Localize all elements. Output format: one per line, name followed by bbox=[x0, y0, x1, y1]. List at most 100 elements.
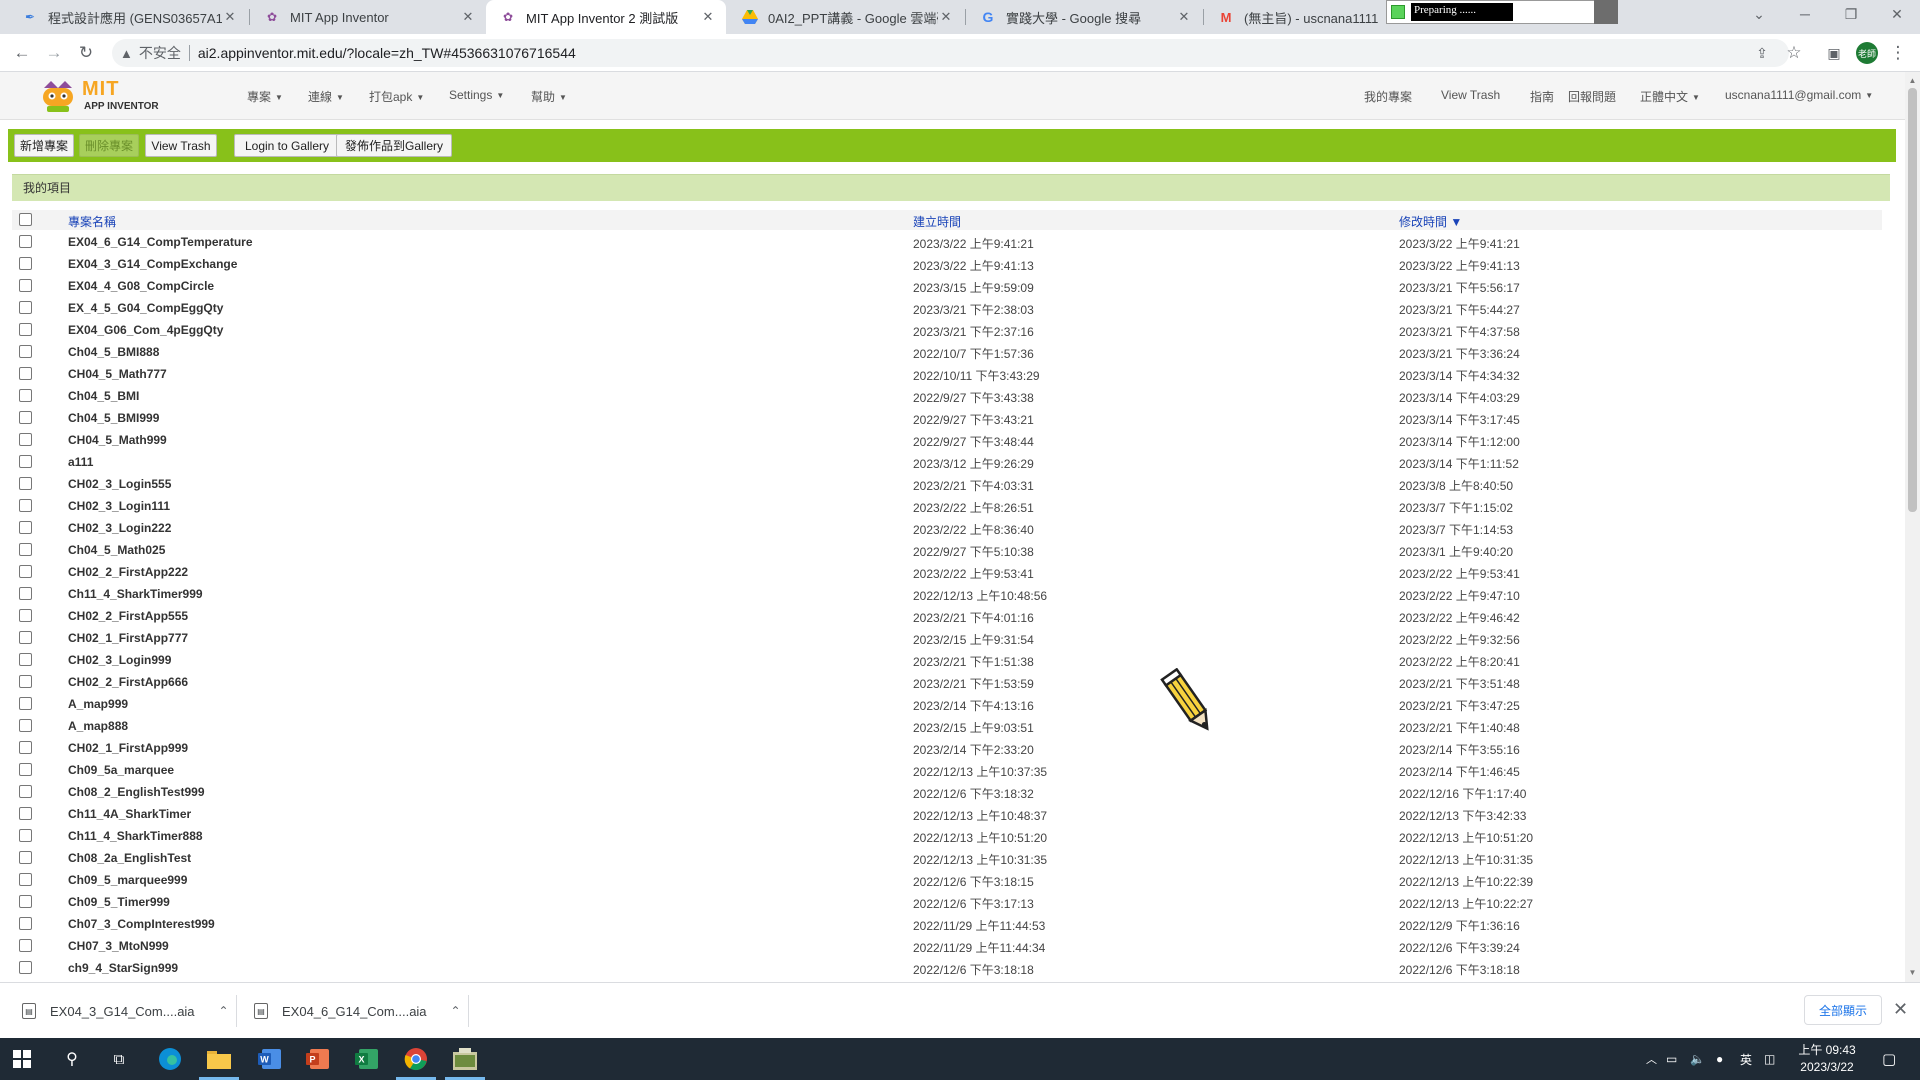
reload-icon[interactable]: ↻ bbox=[74, 41, 98, 65]
row-checkbox[interactable] bbox=[19, 719, 32, 732]
row-checkbox[interactable] bbox=[19, 565, 32, 578]
select-all-checkbox[interactable] bbox=[19, 213, 32, 226]
close-icon[interactable]: ✕ bbox=[222, 9, 238, 25]
publish-gallery-button[interactable]: 發佈作品到Gallery bbox=[336, 134, 452, 157]
table-row[interactable]: Ch09_5a_marquee 2022/12/13 上午10:37:35 2023… bbox=[12, 759, 1882, 781]
window-close-icon[interactable]: ✕ bbox=[1874, 0, 1920, 28]
powerpoint-icon[interactable]: P bbox=[304, 1045, 332, 1073]
project-name[interactable]: Ch04_5_BMI bbox=[68, 389, 139, 403]
tab-app-inventor[interactable]: ✿ MIT App Inventor ✕ bbox=[250, 0, 486, 34]
table-row[interactable]: EX04_G06_Com_4pEggQty 2023/3/21 下午2:37:16… bbox=[12, 319, 1882, 341]
restore-icon[interactable]: ❐ bbox=[1828, 0, 1874, 28]
microphone-icon[interactable]: ● bbox=[1716, 1038, 1723, 1080]
row-checkbox[interactable] bbox=[19, 697, 32, 710]
view-trash-button[interactable]: View Trash bbox=[145, 134, 217, 157]
row-checkbox[interactable] bbox=[19, 411, 32, 424]
menu-settings[interactable]: Settings ▼ bbox=[449, 88, 504, 102]
project-name[interactable]: Ch11_4_SharkTimer888 bbox=[68, 829, 203, 843]
download-item-2[interactable]: ▤ EX04_6_G14_Com....aia ⌃ bbox=[254, 994, 461, 1028]
nav-report-issue[interactable]: 回報問題 bbox=[1568, 88, 1616, 105]
tab-course[interactable]: ✒ 程式設計應用 (GENS03657A1) ✕ bbox=[8, 0, 248, 34]
tab-gmail[interactable]: M (無主旨) - uscnana1111@g bbox=[1204, 0, 1388, 34]
scroll-up-icon[interactable]: ▲ bbox=[1905, 74, 1920, 88]
menu-build[interactable]: 打包apk ▼ bbox=[369, 88, 424, 105]
back-icon[interactable]: ← bbox=[10, 41, 34, 65]
row-checkbox[interactable] bbox=[19, 301, 32, 314]
project-name[interactable]: EX04_3_G14_CompExchange bbox=[68, 257, 237, 271]
row-checkbox[interactable] bbox=[19, 279, 32, 292]
row-checkbox[interactable] bbox=[19, 587, 32, 600]
close-icon[interactable]: ✕ bbox=[938, 9, 954, 25]
scroll-down-icon[interactable]: ▼ bbox=[1905, 966, 1920, 980]
table-row[interactable]: CH02_1_FirstApp777 2023/2/15 上午9:31:54 202… bbox=[12, 627, 1882, 649]
project-name[interactable]: Ch04_5_BMI888 bbox=[68, 345, 159, 359]
project-name[interactable]: CH04_5_Math999 bbox=[68, 433, 167, 447]
table-row[interactable]: Ch07_3_CompInterest999 2022/11/29 上午11:44… bbox=[12, 913, 1882, 935]
row-checkbox[interactable] bbox=[19, 895, 32, 908]
chrome-icon[interactable] bbox=[396, 1045, 436, 1080]
row-checkbox[interactable] bbox=[19, 939, 32, 952]
row-checkbox[interactable] bbox=[19, 675, 32, 688]
project-name[interactable]: CH07_3_MtoN999 bbox=[68, 939, 169, 953]
input-method-icon[interactable]: ◫ bbox=[1764, 1038, 1775, 1080]
nav-language[interactable]: 正體中文 ▼ bbox=[1640, 88, 1700, 105]
new-project-button[interactable]: 新增專案 bbox=[14, 134, 74, 157]
project-name[interactable]: Ch11_4_SharkTimer999 bbox=[68, 587, 203, 601]
row-checkbox[interactable] bbox=[19, 829, 32, 842]
project-name[interactable]: CH02_1_FirstApp999 bbox=[68, 741, 188, 755]
login-gallery-button[interactable]: Login to Gallery bbox=[234, 134, 340, 157]
table-row[interactable]: Ch11_4A_SharkTimer 2022/12/13 上午10:48:37 2… bbox=[12, 803, 1882, 825]
app-inventor-logo[interactable]: MIT APP INVENTOR bbox=[38, 76, 168, 116]
project-name[interactable]: CH02_3_Login555 bbox=[68, 477, 171, 491]
column-header-created[interactable]: 建立時間 bbox=[913, 213, 961, 230]
close-icon[interactable]: ✕ bbox=[700, 9, 716, 25]
table-row[interactable]: Ch04_5_BMI888 2022/10/7 下午1:57:36 2023/3/2… bbox=[12, 341, 1882, 363]
table-row[interactable]: CH07_3_MtoN999 2022/11/29 上午11:44:34 2022/… bbox=[12, 935, 1882, 957]
minimize-icon[interactable]: ─ bbox=[1782, 0, 1828, 28]
share-icon[interactable]: ⇪ bbox=[1750, 41, 1774, 65]
project-name[interactable]: EX04_4_G08_CompCircle bbox=[68, 279, 214, 293]
row-checkbox[interactable] bbox=[19, 873, 32, 886]
ime-indicator[interactable]: 英 bbox=[1740, 1038, 1752, 1080]
table-row[interactable]: a111 2023/3/12 上午9:26:29 2023/3/14 下午1:11:… bbox=[12, 451, 1882, 473]
chevron-up-icon[interactable]: ⌃ bbox=[451, 1004, 461, 1018]
table-row[interactable]: Ch11_4_SharkTimer888 2022/12/13 上午10:51:2… bbox=[12, 825, 1882, 847]
word-icon[interactable]: W bbox=[256, 1045, 284, 1073]
table-row[interactable]: CH02_1_FirstApp999 2023/2/14 下午2:33:20 202… bbox=[12, 737, 1882, 759]
table-row[interactable]: EX_4_5_G04_CompEggQty 2023/3/21 下午2:38:03… bbox=[12, 297, 1882, 319]
row-checkbox[interactable] bbox=[19, 433, 32, 446]
row-checkbox[interactable] bbox=[19, 367, 32, 380]
row-checkbox[interactable] bbox=[19, 631, 32, 644]
row-checkbox[interactable] bbox=[19, 257, 32, 270]
column-header-modified[interactable]: 修改時間 ▼ bbox=[1399, 213, 1462, 230]
table-row[interactable]: Ch09_5_Timer999 2022/12/6 下午3:17:13 2022/1… bbox=[12, 891, 1882, 913]
project-name[interactable]: CH02_2_FirstApp666 bbox=[68, 675, 188, 689]
project-name[interactable]: CH02_1_FirstApp777 bbox=[68, 631, 188, 645]
project-name[interactable]: Ch09_5_Timer999 bbox=[68, 895, 170, 909]
row-checkbox[interactable] bbox=[19, 521, 32, 534]
tray-chevron-up-icon[interactable]: ︿ bbox=[1646, 1038, 1657, 1080]
project-name[interactable]: Ch09_5_marquee999 bbox=[68, 873, 187, 887]
table-row[interactable]: CH02_2_FirstApp555 2023/2/21 下午4:01:16 202… bbox=[12, 605, 1882, 627]
table-row[interactable]: CH02_3_Login222 2023/2/22 上午8:36:40 2023/3… bbox=[12, 517, 1882, 539]
notification-icon[interactable]: ▢ bbox=[1882, 1038, 1896, 1080]
column-header-name[interactable]: 專案名稱 bbox=[68, 213, 116, 230]
row-checkbox[interactable] bbox=[19, 235, 32, 248]
nav-my-projects[interactable]: 我的專案 bbox=[1364, 88, 1412, 105]
menu-projects[interactable]: 專案 ▼ bbox=[247, 88, 283, 105]
row-checkbox[interactable] bbox=[19, 499, 32, 512]
project-name[interactable]: EX04_6_G14_CompTemperature bbox=[68, 235, 253, 249]
close-icon[interactable]: ✕ bbox=[1176, 9, 1192, 25]
row-checkbox[interactable] bbox=[19, 917, 32, 930]
kebab-menu-icon[interactable]: ⋮ bbox=[1886, 41, 1910, 65]
row-checkbox[interactable] bbox=[19, 807, 32, 820]
scrollbar-thumb[interactable] bbox=[1908, 88, 1917, 512]
row-checkbox[interactable] bbox=[19, 455, 32, 468]
project-name[interactable]: Ch08_2_EnglishTest999 bbox=[68, 785, 205, 799]
table-row[interactable]: CH04_5_Math777 2022/10/11 下午3:43:29 2023/3… bbox=[12, 363, 1882, 385]
project-name[interactable]: A_map999 bbox=[68, 697, 128, 711]
table-row[interactable]: CH04_5_Math999 2022/9/27 下午3:48:44 2023/3/… bbox=[12, 429, 1882, 451]
bookmark-star-icon[interactable]: ☆ bbox=[1782, 41, 1806, 65]
page-scrollbar[interactable]: ▲ ▼ bbox=[1905, 72, 1920, 982]
row-checkbox[interactable] bbox=[19, 961, 32, 974]
